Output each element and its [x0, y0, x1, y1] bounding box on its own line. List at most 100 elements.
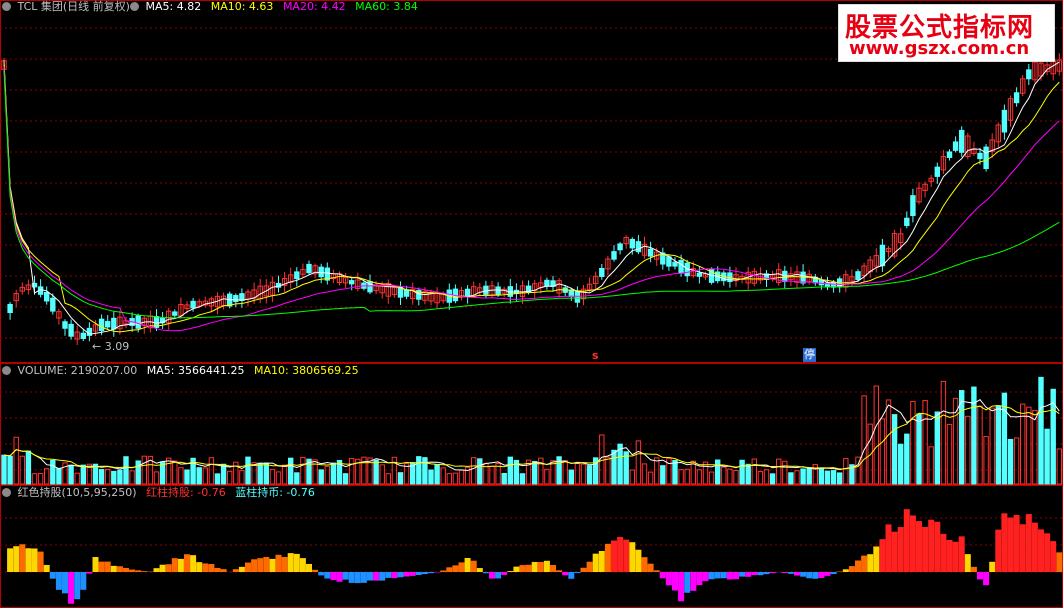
indicator-red-bar: [251, 559, 258, 572]
indicator-red-bar: [123, 568, 129, 572]
volume-bar: [318, 469, 324, 485]
indicator-red-bar: [43, 564, 50, 572]
indicator-blue-bar: [428, 572, 434, 574]
volume-bar: [629, 469, 635, 485]
dropdown-icon[interactable]: [2, 487, 11, 497]
indicator-blue-bar: [787, 572, 794, 574]
signal-s-marker: s: [592, 349, 599, 362]
dropdown-icon[interactable]: [2, 365, 11, 375]
volume-bar: [227, 470, 233, 485]
candle-body: [1026, 69, 1032, 80]
candle-body: [544, 279, 550, 287]
volume-bar: [434, 464, 440, 485]
suspend-marker: 停: [803, 348, 816, 362]
volume-bar: [678, 469, 684, 485]
indicator-red-bar: [1025, 514, 1032, 572]
volume-bar: [965, 415, 971, 485]
indicator-red-bar: [37, 551, 44, 572]
indicator-blue-bar: [367, 572, 373, 581]
dropdown-icon[interactable]: [130, 1, 139, 11]
volume-bar: [952, 397, 959, 485]
volume-bar: [7, 455, 13, 485]
watermark-url: www.gszx.com.cn: [849, 38, 1030, 59]
candle-body: [80, 332, 86, 339]
volume-bar: [385, 473, 392, 485]
volume-bar: [184, 469, 190, 485]
red-bar-value: 红柱持股: -0.76: [146, 486, 226, 499]
candle-body: [647, 248, 654, 257]
indicator-blue-bar: [800, 572, 807, 577]
indicator-blue-bar: [49, 572, 56, 579]
indicator-blue-bar: [324, 572, 331, 579]
volume-ma5: MA5: 3566441.25: [146, 364, 245, 377]
volume-bar: [1, 454, 7, 485]
candle-body: [855, 271, 861, 281]
volume-header: VOLUME: 2190207.00 MA5: 3566441.25 MA10:…: [2, 364, 359, 378]
indicator-red-bar: [598, 551, 605, 572]
indicator-blue-bar: [818, 572, 825, 578]
indicator-red-bar: [190, 555, 197, 572]
indicator-red-bar: [928, 519, 935, 572]
indicator-blue-bar: [781, 572, 788, 573]
volume-bar: [519, 473, 526, 485]
low-price-value: 3.09: [104, 340, 130, 353]
indicator-blue-bar: [86, 572, 93, 574]
indicator-red-bar: [1044, 533, 1051, 572]
volume-bar: [37, 473, 44, 485]
dropdown-icon[interactable]: [2, 1, 11, 11]
volume-bar: [98, 469, 105, 485]
indicator-blue-bar: [568, 572, 575, 579]
chart-canvas[interactable]: [0, 0, 1063, 608]
volume-bar: [80, 464, 86, 485]
ma60-line: [3, 70, 1060, 319]
indicator-blue-bar: [354, 572, 361, 584]
volume-bar: [843, 458, 849, 485]
indicator-red-bar: [275, 554, 282, 572]
volume-bar: [281, 464, 288, 485]
indicator-blue-bar: [757, 572, 764, 576]
volume-bar: [245, 456, 251, 485]
indicator-red-bar: [293, 553, 300, 572]
indicator-red-bar: [306, 563, 312, 572]
indicator-red-bar: [1019, 524, 1026, 572]
volume-bar: [751, 458, 757, 485]
volume-bar: [922, 400, 928, 485]
candle-body: [135, 315, 141, 329]
candle-body: [7, 303, 13, 314]
indicator-blue-bar: [391, 572, 398, 579]
volume-bar: [1044, 428, 1050, 485]
volume-bar: [635, 440, 642, 485]
indicator-red-bar: [214, 567, 221, 572]
indicator-red-bar: [861, 555, 868, 572]
volume-bar: [757, 471, 764, 485]
candle-body: [1001, 109, 1008, 133]
volume-bar: [74, 472, 80, 485]
indicator-red-bar: [1013, 514, 1020, 572]
indicator-blue-bar: [501, 572, 508, 575]
indicator-blue-bar: [348, 572, 355, 583]
indicator-blue-bar: [794, 572, 800, 576]
candle-body: [977, 152, 983, 160]
indicator-red-bar: [202, 563, 209, 572]
volume-bar: [471, 457, 477, 485]
indicator-blue-bar: [678, 572, 685, 602]
indicator-blue-bar: [672, 572, 678, 591]
ma-legend: MA5: 4.82 MA10: 4.63 MA20: 4.42 MA60: 3.…: [130, 0, 418, 14]
volume-bar: [129, 470, 135, 485]
volume-bar: [861, 395, 867, 485]
indicator-red-bar: [855, 560, 861, 572]
indicator-red-bar: [281, 556, 288, 572]
volume-bar: [562, 460, 568, 485]
volume-bar: [788, 472, 794, 485]
volume-bar: [898, 443, 904, 485]
indicator-red-bar: [287, 553, 294, 572]
indicator-blue-bar: [62, 572, 68, 594]
indicator-red-bar: [629, 542, 636, 572]
candle-body: [952, 141, 959, 151]
volume-bar: [532, 460, 538, 485]
indicator-blue-bar: [336, 572, 343, 582]
indicator-red-bar: [153, 568, 160, 572]
indicator-blue-bar: [812, 572, 819, 579]
volume-bar: [239, 470, 245, 485]
indicator-red-bar: [31, 548, 38, 572]
